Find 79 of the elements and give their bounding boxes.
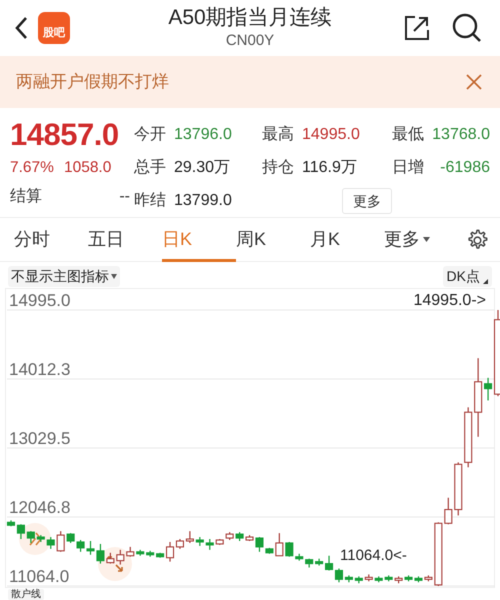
- candlestick: [364, 574, 373, 582]
- stat-value: 13796.0: [174, 124, 233, 144]
- stat-value: -61986: [439, 158, 490, 178]
- axis-label: 12046.8: [9, 498, 70, 517]
- stat-label: 结算: [10, 186, 42, 207]
- axis-label: 14995.0: [9, 292, 70, 310]
- change-value: 1058.0: [64, 158, 112, 178]
- candlestick: [66, 533, 75, 543]
- candlestick: [216, 539, 224, 545]
- candlestick: [444, 498, 452, 524]
- more-button[interactable]: 更多: [342, 188, 392, 214]
- candlestick: [106, 552, 114, 564]
- indicator-chip[interactable]: 散户线: [8, 589, 44, 600]
- candlestick: [285, 542, 294, 557]
- stat-label: 日增: [392, 158, 425, 178]
- dk-button[interactable]: DK点: [442, 266, 492, 286]
- page-title: A50期指当月连续: [168, 5, 332, 31]
- stat-label: 今开: [134, 124, 167, 144]
- candlestick: [305, 558, 314, 568]
- indicator-dropdown[interactable]: 不显示主图指标: [8, 266, 120, 286]
- stat-label: 总手: [134, 158, 167, 178]
- candlestick: [146, 550, 154, 557]
- banner-text: 两融开户假期不打烊: [16, 71, 169, 94]
- period-tab[interactable]: 分时: [14, 218, 88, 262]
- caret-icon: [111, 274, 117, 278]
- stat-value: 13768.0: [432, 124, 490, 144]
- candlestick: [226, 532, 234, 540]
- candlestick: [394, 576, 403, 584]
- candlestick: [36, 535, 45, 542]
- candlestick: [56, 531, 65, 552]
- candlestick: [384, 575, 393, 582]
- period-tab[interactable]: 五日: [88, 218, 162, 262]
- stat-label: 最高: [262, 124, 295, 144]
- stat-value: --: [119, 187, 130, 207]
- high-marker: 14995.0->: [413, 291, 486, 311]
- axis-label: 11064.0: [9, 568, 70, 586]
- close-icon[interactable]: [466, 74, 482, 90]
- change-percent: 7.67%: [10, 158, 54, 178]
- candlestick: [76, 540, 85, 552]
- stat-label: 最低: [392, 124, 425, 144]
- last-price: 14857.0: [10, 116, 120, 154]
- candlestick: [295, 554, 304, 561]
- double-chevron-icon: [27, 531, 43, 547]
- candlestick: [464, 407, 472, 468]
- period-tab[interactable]: 周K: [236, 218, 310, 262]
- candlestick: [315, 558, 324, 566]
- candlestick: [325, 556, 334, 570]
- page-subtitle: CN00Y: [226, 32, 274, 50]
- candlestick: [354, 576, 363, 584]
- candlestick: [196, 537, 204, 546]
- period-tab[interactable]: 更多: [384, 218, 458, 262]
- period-tab[interactable]: 月K: [310, 218, 384, 262]
- stat-label: 持仓: [262, 158, 295, 178]
- candlestick: [434, 522, 442, 586]
- candlestick: [26, 531, 35, 543]
- back-icon[interactable]: [14, 16, 28, 40]
- candlestick: [116, 550, 124, 565]
- candlestick: [275, 533, 284, 556]
- caret-icon: [423, 237, 430, 242]
- candlestick: [206, 539, 214, 550]
- low-marker: 11064.0<-: [340, 547, 407, 565]
- stat-value: 13799.0: [174, 190, 233, 210]
- search-icon[interactable]: [452, 13, 482, 43]
- expand-icon: [106, 555, 124, 573]
- axis-label: 13029.5: [9, 430, 70, 448]
- candlestick: [46, 537, 55, 549]
- stat-value: 116.9万: [302, 158, 358, 178]
- candlestick: [374, 576, 383, 582]
- share-icon[interactable]: [404, 15, 430, 41]
- candlestick: [186, 531, 194, 543]
- stat-value: 29.30万: [174, 158, 232, 178]
- candlestick: [126, 546, 134, 557]
- corner-icon: [483, 278, 488, 284]
- stat-value: 14995.0: [302, 124, 361, 144]
- axis-label: 14012.3: [9, 360, 70, 379]
- candlestick: [454, 462, 462, 516]
- settings-icon[interactable]: [466, 228, 488, 250]
- stat-label: 昨结: [134, 190, 167, 210]
- candlestick: [136, 550, 144, 556]
